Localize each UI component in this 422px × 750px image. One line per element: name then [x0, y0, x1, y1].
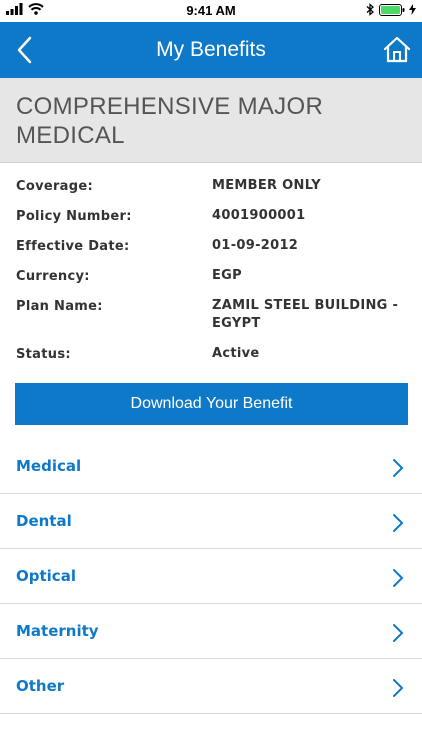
menu-item-label: Other: [16, 677, 65, 695]
detail-row-plan-name: Plan Name: ZAMIL STEEL BUILDING - EGYPT: [16, 297, 406, 333]
detail-value: MEMBER ONLY: [212, 178, 321, 193]
chevron-right-icon: [393, 624, 404, 642]
battery-icon: [379, 3, 405, 16]
plan-title: COMPREHENSIVE MAJOR MEDICAL: [16, 93, 324, 149]
status-time: 9:41 AM: [186, 3, 236, 18]
menu-item-label: Dental: [16, 512, 72, 530]
detail-row-coverage: Coverage: MEMBER ONLY: [16, 177, 406, 195]
menu-item-label: Optical: [16, 567, 76, 585]
chevron-right-icon: [393, 514, 404, 532]
menu-item-optical[interactable]: Optical: [0, 549, 422, 604]
chevron-right-icon: [393, 459, 404, 477]
benefit-menu: Medical Dental Optical Maternity Other: [0, 439, 422, 714]
nav-bar: My Benefits: [0, 22, 422, 78]
download-benefit-button[interactable]: Download Your Benefit: [15, 383, 408, 425]
detail-value: 01-09-2012: [212, 238, 299, 253]
plan-header: COMPREHENSIVE MAJOR MEDICAL: [0, 78, 422, 163]
bluetooth-icon: [366, 3, 374, 16]
menu-item-maternity[interactable]: Maternity: [0, 604, 422, 659]
detail-label: Plan Name:: [16, 299, 103, 314]
status-bar: 9:41 AM: [0, 0, 422, 22]
back-chevron-icon[interactable]: [14, 35, 36, 65]
menu-item-label: Medical: [16, 457, 82, 475]
detail-value: EGP: [212, 268, 242, 283]
detail-label: Status:: [16, 347, 71, 362]
detail-row-policy-number: Policy Number: 4001900001: [16, 207, 406, 225]
detail-label: Currency:: [16, 269, 90, 284]
page-title: My Benefits: [156, 38, 266, 61]
status-right: [366, 3, 416, 16]
detail-label: Coverage:: [16, 179, 93, 194]
detail-label: Effective Date:: [16, 239, 130, 254]
home-icon[interactable]: [382, 34, 412, 64]
menu-item-medical[interactable]: Medical: [0, 439, 422, 494]
menu-item-dental[interactable]: Dental: [0, 494, 422, 549]
menu-item-other[interactable]: Other: [0, 659, 422, 714]
detail-label: Policy Number:: [16, 209, 132, 224]
chevron-right-icon: [393, 569, 404, 587]
detail-row-currency: Currency: EGP: [16, 267, 406, 285]
detail-value: ZAMIL STEEL BUILDING - EGYPT: [212, 298, 399, 331]
chevron-right-icon: [393, 679, 404, 697]
detail-row-effective-date: Effective Date: 01-09-2012: [16, 237, 406, 255]
detail-value: 4001900001: [212, 208, 306, 223]
plan-details: Coverage: MEMBER ONLY Policy Number: 400…: [0, 163, 422, 363]
menu-item-label: Maternity: [16, 622, 99, 640]
charging-icon: [409, 4, 416, 15]
detail-row-status: Status: Active: [16, 345, 406, 363]
detail-value: Active: [212, 346, 260, 361]
